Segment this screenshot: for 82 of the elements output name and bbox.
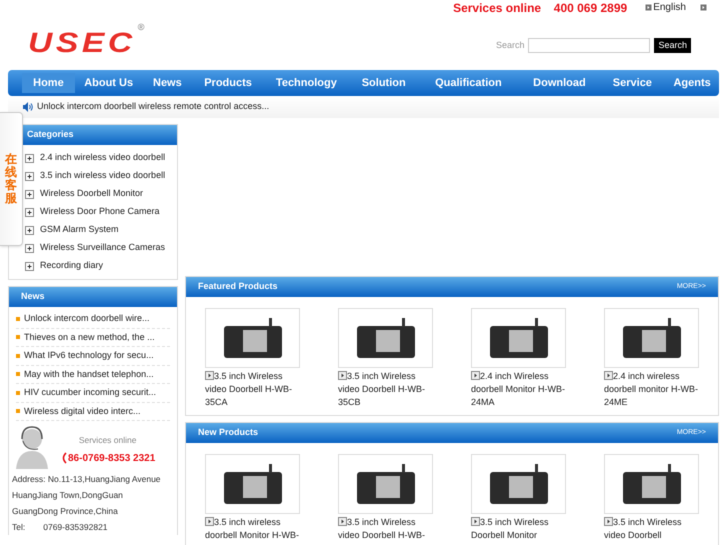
logo-wordmark: USEC [28,28,136,56]
plus-box-icon [25,190,34,198]
news-item[interactable]: Unlock intercom doorbell wire... [16,310,170,328]
bullet-icon [16,409,20,414]
device-drawing [622,464,682,504]
phone-number: 400 069 2899 [554,0,628,16]
services-online-text: Services online [453,0,542,16]
product-link[interactable]: 2.4 inch Wireless doorbell Monitor H-WB-24MA [471,370,571,409]
play-icon [205,371,214,380]
registered-mark: ® [138,22,144,32]
device-drawing [488,464,548,504]
play-icon [338,517,347,526]
nav-tab[interactable]: Service [600,73,664,93]
address-text: GuangDong Province,China [12,505,119,518]
product-link[interactable]: 3.5 inch wireless doorbell Monitor H-WB- [205,516,305,542]
section-title: Categories [27,128,74,142]
section-title: Featured Products [198,280,278,294]
tel-label: Tel: [12,521,26,534]
plus-box-icon [25,154,34,162]
product-link[interactable]: 3.5 inch Wireless Doorbell Monitor [471,516,571,542]
nav-tab[interactable]: Solution [350,73,418,93]
arrow-icon [645,4,652,11]
category-item[interactable]: 2.4 inch wireless video doorbell [25,149,173,167]
play-icon [205,517,214,526]
play-icon [338,371,347,380]
nav-tab[interactable]: Download [519,73,600,93]
plus-box-icon [25,172,34,180]
play-icon [604,371,613,380]
device-drawing [488,318,548,358]
news-item[interactable]: May with the handset telephon... [16,366,170,384]
plus-box-icon [25,244,34,252]
tel-number: 0769-835392821 [43,521,108,534]
product-link[interactable]: 3.5 inch Wireless video Doorbell H-WB-35CB [338,370,438,409]
search-label: Search [496,38,524,52]
language-link[interactable]: English [645,0,686,15]
section-title: New Products [198,426,258,440]
product-link[interactable]: 3.5 inch Wireless video Doorbell [604,516,704,542]
device-drawing [356,318,416,358]
category-item[interactable]: Wireless Surveillance Cameras [25,239,173,257]
hotline-number: 86-0769-8353 2321 [68,452,156,466]
nav-tab[interactable]: About Us [76,73,142,93]
address-text: HuangJiang Town,DongGuan [12,489,124,502]
news-item[interactable]: What IPv6 technology for secu... [16,347,170,366]
product-link[interactable]: 2.4 inch wireless doorbell monitor H-WB-24ME [604,370,704,409]
speaker-icon [22,101,33,113]
play-icon [471,517,480,526]
product-link[interactable]: 3.5 inch Wireless video Doorbell H-WB-35CA [205,370,305,409]
product-link[interactable]: 3.5 inch Wireless video Doorbell H-WB- [338,516,438,542]
category-item[interactable]: Recording diary [25,257,173,275]
services-online-label: Services online [78,434,136,447]
device-drawing [222,318,282,358]
plus-box-icon [25,226,34,234]
search-field[interactable] [528,38,650,53]
play-icon [471,371,480,380]
bullet-icon [16,390,20,395]
nav-tab[interactable]: Qualification [418,73,518,93]
bullet-icon [16,335,20,340]
category-item[interactable]: 3.5 inch wireless video doorbell [25,167,173,185]
nav-tab[interactable]: News [142,73,192,93]
nav-tab[interactable]: Technology [264,73,349,93]
category-item[interactable]: Wireless Door Phone Camera [25,203,173,221]
nav-tab[interactable]: Agents [665,73,719,93]
bullet-icon [16,372,20,376]
device-drawing [222,464,282,504]
bullet-icon [16,316,20,321]
device-drawing [356,464,416,504]
play-icon [604,517,613,526]
search-button[interactable]: Search [654,38,691,53]
news-item[interactable]: Thieves on a new method, the ... [16,328,170,347]
nav-tab[interactable]: Products [193,73,263,93]
category-item[interactable]: Wireless Doorbell Monitor [25,185,173,203]
plus-box-icon [25,262,34,270]
section-title: News [21,290,45,304]
ticker-link[interactable]: Unlock intercom doorbell wireless remote control access... [37,100,270,114]
news-item[interactable]: Wireless digital video interc... [16,402,170,421]
bullet-icon [16,354,20,358]
address-text: Address: No.11-13,HuangJiang Avenue [12,473,162,486]
device-drawing [622,318,682,358]
plus-box-icon [25,208,34,216]
category-item[interactable]: GSM Alarm System [25,221,173,239]
arrow-icon [700,4,707,11]
news-item[interactable]: HIV cucumber incoming securit... [16,384,170,402]
